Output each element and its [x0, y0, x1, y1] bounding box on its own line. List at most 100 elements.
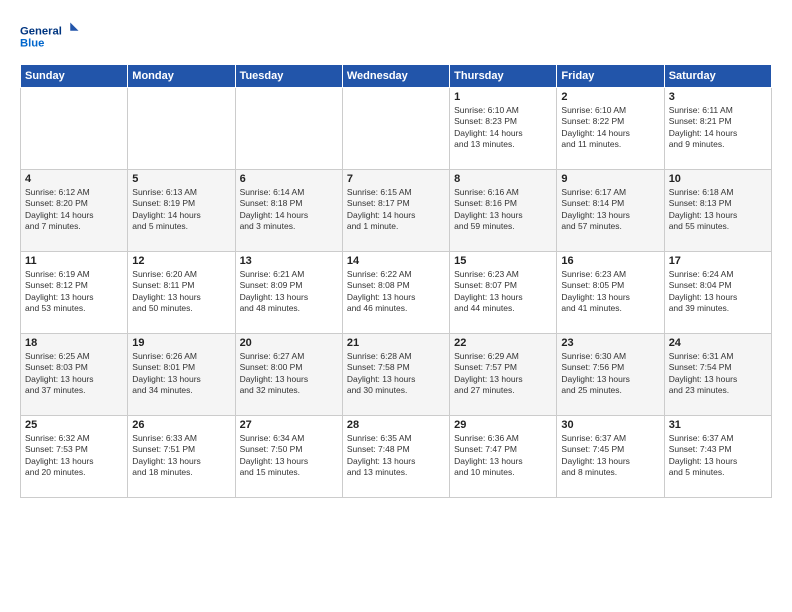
- day-number: 7: [347, 173, 445, 185]
- day-info: Sunrise: 6:36 AMSunset: 7:47 PMDaylight:…: [454, 433, 552, 479]
- weekday-header-cell: Wednesday: [342, 65, 449, 88]
- day-number: 19: [132, 337, 230, 349]
- day-info: Sunrise: 6:10 AMSunset: 8:22 PMDaylight:…: [561, 105, 659, 151]
- calendar-cell: 8Sunrise: 6:16 AMSunset: 8:16 PMDaylight…: [450, 170, 557, 252]
- calendar-cell: 30 Sunrise: 6:37 AMSunset: 7:45 PMDayligh…: [557, 416, 664, 498]
- day-number: 10: [669, 173, 767, 185]
- calendar-cell: [235, 88, 342, 170]
- day-number: 11: [25, 255, 123, 267]
- day-info: Sunrise: 6:23 AMSunset: 8:07 PMDaylight:…: [454, 269, 552, 315]
- weekday-header-cell: Friday: [557, 65, 664, 88]
- weekday-header-row: SundayMondayTuesdayWednesdayThursdayFrid…: [21, 65, 772, 88]
- calendar-cell: 16 Sunrise: 6:23 AMSunset: 8:05 PMDayligh…: [557, 252, 664, 334]
- day-info: Sunrise: 6:28 AMSunset: 7:58 PMDaylight:…: [347, 351, 445, 397]
- day-number: 13: [240, 255, 338, 267]
- calendar-cell: 28 Sunrise: 6:35 AMSunset: 7:48 PMDayligh…: [342, 416, 449, 498]
- weekday-header-cell: Thursday: [450, 65, 557, 88]
- calendar: SundayMondayTuesdayWednesdayThursdayFrid…: [20, 64, 772, 498]
- calendar-week-row: 1Sunrise: 6:10 AMSunset: 8:23 PMDaylight…: [21, 88, 772, 170]
- calendar-cell: 9 Sunrise: 6:17 AMSunset: 8:14 PMDaylight…: [557, 170, 664, 252]
- page: General Blue SundayMondayTuesdayWednesda…: [0, 0, 792, 612]
- calendar-cell: 2 Sunrise: 6:10 AMSunset: 8:22 PMDaylight…: [557, 88, 664, 170]
- calendar-week-row: 25 Sunrise: 6:32 AMSunset: 7:53 PMDayligh…: [21, 416, 772, 498]
- day-info: Sunrise: 6:37 AMSunset: 7:45 PMDaylight:…: [561, 433, 659, 479]
- day-number: 21: [347, 337, 445, 349]
- day-number: 9: [561, 173, 659, 185]
- day-info: Sunrise: 6:27 AMSunset: 8:00 PMDaylight:…: [240, 351, 338, 397]
- calendar-cell: 15 Sunrise: 6:23 AMSunset: 8:07 PMDayligh…: [450, 252, 557, 334]
- calendar-cell: 3Sunrise: 6:11 AMSunset: 8:21 PMDaylight…: [664, 88, 771, 170]
- calendar-cell: 6Sunrise: 6:14 AMSunset: 8:18 PMDaylight…: [235, 170, 342, 252]
- day-number: 12: [132, 255, 230, 267]
- calendar-cell: 5 Sunrise: 6:13 AMSunset: 8:19 PMDaylight…: [128, 170, 235, 252]
- calendar-cell: 19Sunrise: 6:26 AMSunset: 8:01 PMDayligh…: [128, 334, 235, 416]
- calendar-week-row: 11 Sunrise: 6:19 AMSunset: 8:12 PMDayligh…: [21, 252, 772, 334]
- svg-text:Blue: Blue: [20, 38, 44, 50]
- weekday-header-cell: Monday: [128, 65, 235, 88]
- calendar-cell: 21 Sunrise: 6:28 AMSunset: 7:58 PMDayligh…: [342, 334, 449, 416]
- calendar-cell: 23 Sunrise: 6:30 AMSunset: 7:56 PMDayligh…: [557, 334, 664, 416]
- day-info: Sunrise: 6:24 AMSunset: 8:04 PMDaylight:…: [669, 269, 767, 315]
- day-number: 30: [561, 419, 659, 431]
- day-info: Sunrise: 6:22 AMSunset: 8:08 PMDaylight:…: [347, 269, 445, 315]
- svg-text:General: General: [20, 26, 62, 38]
- calendar-cell: [21, 88, 128, 170]
- day-number: 8: [454, 173, 552, 185]
- calendar-cell: 14 Sunrise: 6:22 AMSunset: 8:08 PMDayligh…: [342, 252, 449, 334]
- day-number: 20: [240, 337, 338, 349]
- day-number: 2: [561, 91, 659, 103]
- header: General Blue: [20, 16, 772, 56]
- calendar-cell: [342, 88, 449, 170]
- calendar-cell: 31Sunrise: 6:37 AMSunset: 7:43 PMDayligh…: [664, 416, 771, 498]
- day-info: Sunrise: 6:19 AMSunset: 8:12 PMDaylight:…: [25, 269, 123, 315]
- calendar-cell: 11 Sunrise: 6:19 AMSunset: 8:12 PMDayligh…: [21, 252, 128, 334]
- calendar-cell: 20 Sunrise: 6:27 AMSunset: 8:00 PMDayligh…: [235, 334, 342, 416]
- day-number: 5: [132, 173, 230, 185]
- day-number: 14: [347, 255, 445, 267]
- day-info: Sunrise: 6:17 AMSunset: 8:14 PMDaylight:…: [561, 187, 659, 233]
- day-number: 28: [347, 419, 445, 431]
- day-number: 25: [25, 419, 123, 431]
- day-number: 17: [669, 255, 767, 267]
- day-info: Sunrise: 6:13 AMSunset: 8:19 PMDaylight:…: [132, 187, 230, 233]
- day-info: Sunrise: 6:32 AMSunset: 7:53 PMDaylight:…: [25, 433, 123, 479]
- day-number: 22: [454, 337, 552, 349]
- day-info: Sunrise: 6:35 AMSunset: 7:48 PMDaylight:…: [347, 433, 445, 479]
- day-number: 23: [561, 337, 659, 349]
- day-info: Sunrise: 6:12 AMSunset: 8:20 PMDaylight:…: [25, 187, 123, 233]
- calendar-cell: 29 Sunrise: 6:36 AMSunset: 7:47 PMDayligh…: [450, 416, 557, 498]
- day-number: 26: [132, 419, 230, 431]
- calendar-cell: 7Sunrise: 6:15 AMSunset: 8:17 PMDaylight…: [342, 170, 449, 252]
- calendar-cell: 4 Sunrise: 6:12 AMSunset: 8:20 PMDaylight…: [21, 170, 128, 252]
- day-info: Sunrise: 6:37 AMSunset: 7:43 PMDaylight:…: [669, 433, 767, 479]
- logo-svg: General Blue: [20, 16, 80, 56]
- calendar-cell: 22 Sunrise: 6:29 AMSunset: 7:57 PMDayligh…: [450, 334, 557, 416]
- calendar-cell: 13 Sunrise: 6:21 AMSunset: 8:09 PMDayligh…: [235, 252, 342, 334]
- day-info: Sunrise: 6:21 AMSunset: 8:09 PMDaylight:…: [240, 269, 338, 315]
- day-info: Sunrise: 6:11 AMSunset: 8:21 PMDaylight:…: [669, 105, 767, 151]
- day-number: 1: [454, 91, 552, 103]
- day-info: Sunrise: 6:23 AMSunset: 8:05 PMDaylight:…: [561, 269, 659, 315]
- calendar-cell: 24 Sunrise: 6:31 AMSunset: 7:54 PMDayligh…: [664, 334, 771, 416]
- calendar-cell: 17 Sunrise: 6:24 AMSunset: 8:04 PMDayligh…: [664, 252, 771, 334]
- weekday-header-cell: Sunday: [21, 65, 128, 88]
- calendar-cell: [128, 88, 235, 170]
- calendar-cell: 26Sunrise: 6:33 AMSunset: 7:51 PMDayligh…: [128, 416, 235, 498]
- logo: General Blue: [20, 16, 80, 56]
- day-number: 4: [25, 173, 123, 185]
- day-info: Sunrise: 6:29 AMSunset: 7:57 PMDaylight:…: [454, 351, 552, 397]
- calendar-week-row: 18Sunrise: 6:25 AMSunset: 8:03 PMDayligh…: [21, 334, 772, 416]
- calendar-cell: 27 Sunrise: 6:34 AMSunset: 7:50 PMDayligh…: [235, 416, 342, 498]
- calendar-cell: 10Sunrise: 6:18 AMSunset: 8:13 PMDayligh…: [664, 170, 771, 252]
- day-number: 24: [669, 337, 767, 349]
- day-number: 15: [454, 255, 552, 267]
- day-number: 16: [561, 255, 659, 267]
- day-number: 27: [240, 419, 338, 431]
- day-info: Sunrise: 6:30 AMSunset: 7:56 PMDaylight:…: [561, 351, 659, 397]
- day-info: Sunrise: 6:34 AMSunset: 7:50 PMDaylight:…: [240, 433, 338, 479]
- weekday-header-cell: Saturday: [664, 65, 771, 88]
- day-number: 29: [454, 419, 552, 431]
- weekday-header-cell: Tuesday: [235, 65, 342, 88]
- day-info: Sunrise: 6:31 AMSunset: 7:54 PMDaylight:…: [669, 351, 767, 397]
- calendar-cell: 25 Sunrise: 6:32 AMSunset: 7:53 PMDayligh…: [21, 416, 128, 498]
